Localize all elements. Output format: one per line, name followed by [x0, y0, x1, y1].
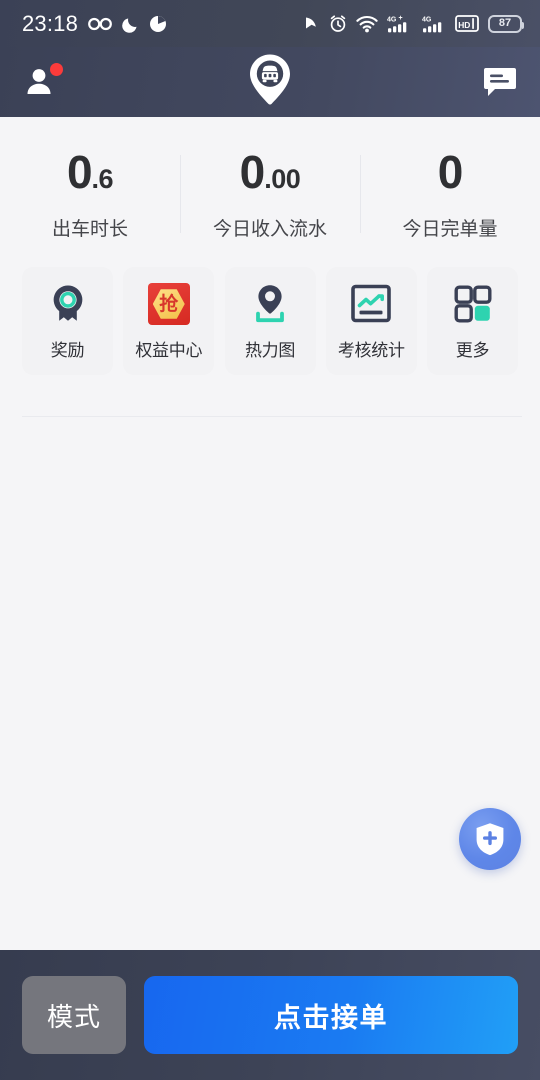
- tile-icon: 抢: [147, 281, 190, 327]
- status-bar-right: 4G + 4G HD 87: [303, 14, 524, 33]
- stat-today-orders[interactable]: 0 今日完单量: [360, 149, 540, 241]
- status-bar-left: 23:18: [22, 11, 167, 37]
- bottom-action-bar: 模式 点击接单: [0, 950, 540, 1080]
- app-logo[interactable]: [247, 54, 293, 111]
- quick-action-assessment-stats[interactable]: 考核统计: [325, 267, 417, 375]
- grid-more-icon: [454, 285, 491, 323]
- stat-integer: 0: [66, 146, 93, 198]
- stat-integer: 0: [437, 146, 464, 198]
- stat-decimal: .00: [264, 164, 301, 194]
- tile-label: 权益中心: [135, 341, 203, 360]
- status-time: 23:18: [22, 10, 79, 36]
- car-map-pin-logo: [250, 54, 290, 105]
- grab-benefit-icon: 抢: [147, 283, 190, 325]
- stat-value: 0: [360, 149, 540, 195]
- infinity-icon: [88, 17, 112, 30]
- moon-icon: [122, 18, 137, 33]
- stat-label: 出车时长: [51, 219, 128, 240]
- stat-label: 今日收入流水: [212, 219, 327, 240]
- stat-integer: 0: [239, 146, 266, 198]
- tile-icon: [250, 281, 290, 327]
- stats-row: 0 .6 出车时长 0 .00 今日收入流水 0 今日完单量: [0, 117, 540, 267]
- mode-button[interactable]: 模式: [22, 976, 126, 1054]
- hexagon-shape: 抢: [152, 289, 185, 319]
- location-cursor-icon: [306, 17, 316, 29]
- grab-glyph: 抢: [159, 292, 179, 315]
- tile-label: 奖励: [50, 341, 85, 360]
- chart-stats-icon: [351, 284, 392, 323]
- avatar: [22, 62, 63, 102]
- accept-order-button[interactable]: 点击接单: [144, 976, 518, 1054]
- alarm-clock-icon: [330, 14, 346, 32]
- stat-label: 今日完单量: [402, 219, 498, 240]
- do-not-disturb-icon: [150, 15, 167, 32]
- tile-icon: [453, 281, 493, 327]
- safety-shield-button[interactable]: [459, 808, 521, 870]
- heatmap-pin-icon: [256, 285, 284, 323]
- profile-button[interactable]: [22, 62, 63, 102]
- quick-action-rewards[interactable]: 奖励: [22, 267, 113, 375]
- svg-text:+: +: [399, 15, 403, 22]
- medal-icon: [53, 285, 82, 321]
- tile-label: 更多: [455, 341, 490, 360]
- quick-action-more[interactable]: 更多: [427, 267, 518, 375]
- battery-percent: 87: [498, 17, 512, 29]
- signal-4g-plus-icon: 4G +: [387, 15, 407, 33]
- svg-text:HD: HD: [458, 20, 470, 30]
- svg-text:4G: 4G: [422, 16, 432, 23]
- notification-badge: [50, 63, 63, 76]
- quick-actions-row: 奖励 抢 权益中心 热力图 考核统计 更多: [0, 267, 540, 375]
- message-button[interactable]: [482, 65, 518, 99]
- chat-bubble-icon: [484, 68, 516, 96]
- stat-value: 0 .00: [180, 149, 360, 195]
- status-bar: 23:18 4G + 4G HD 87: [0, 0, 540, 47]
- signal-4g-icon: 4G: [422, 16, 442, 33]
- stat-today-income[interactable]: 0 .00 今日收入流水: [180, 149, 360, 241]
- app-root: 23:18 4G + 4G HD 87 0 .6 出车时长 0 .00 今日收入…: [0, 0, 540, 1080]
- battery-icon: 87: [488, 14, 524, 33]
- content-area: [0, 417, 540, 950]
- stat-driving-duration[interactable]: 0 .6 出车时长: [0, 149, 180, 241]
- tile-label: 热力图: [244, 341, 296, 360]
- shield-plus-icon: [476, 823, 504, 856]
- tile-label: 考核统计: [337, 341, 405, 360]
- stat-value: 0 .6: [0, 149, 180, 195]
- app-header: [0, 47, 540, 117]
- quick-action-heatmap[interactable]: 热力图: [224, 267, 316, 375]
- tile-icon: [48, 281, 88, 327]
- stat-decimal: .6: [91, 164, 114, 194]
- quick-action-benefits-center[interactable]: 抢 权益中心: [123, 267, 215, 375]
- hd-voice-icon: HD: [455, 15, 479, 32]
- tile-icon: [350, 281, 392, 327]
- wifi-icon: [356, 15, 378, 32]
- svg-text:4G: 4G: [387, 16, 397, 23]
